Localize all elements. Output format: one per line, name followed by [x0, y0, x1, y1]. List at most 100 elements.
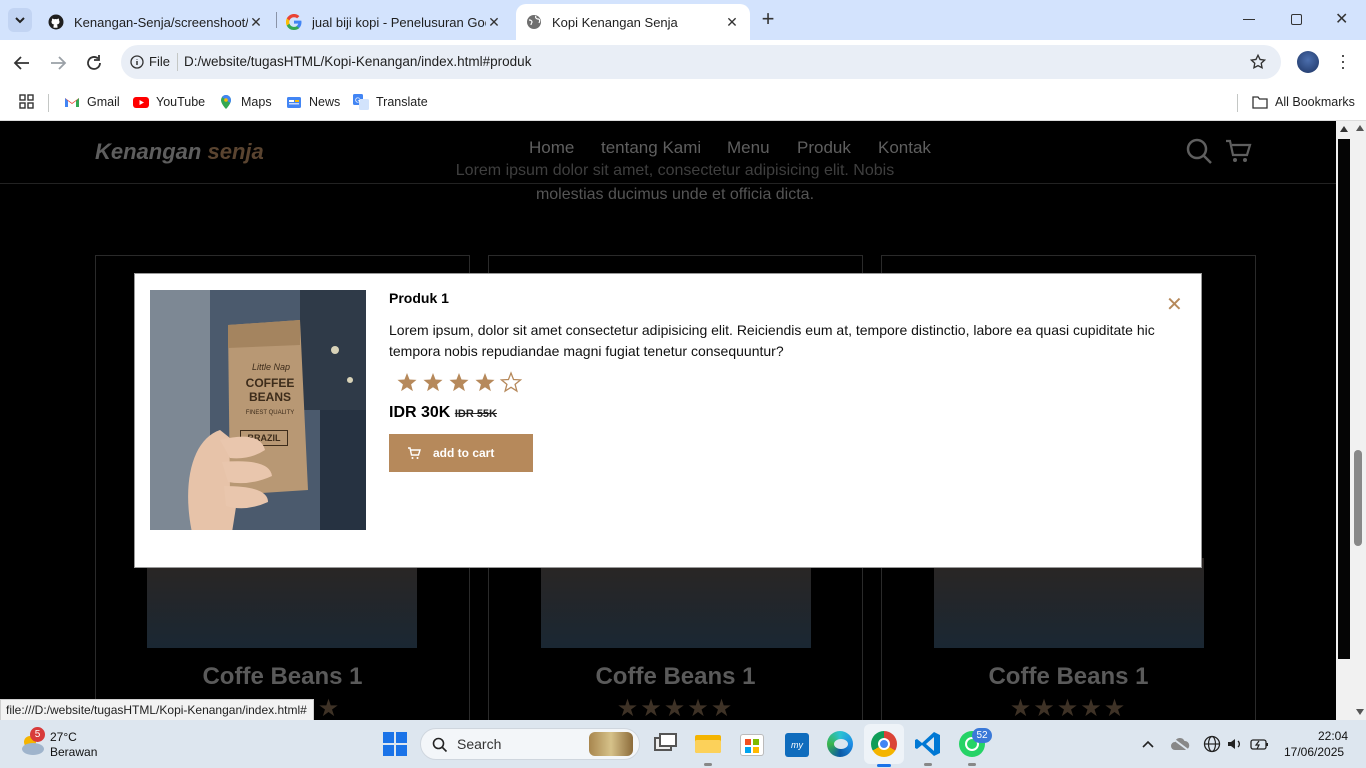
github-icon [48, 14, 64, 30]
close-tab-icon[interactable]: ✕ [486, 14, 502, 31]
new-tab-button[interactable]: + [758, 6, 778, 32]
all-bookmarks-button[interactable]: All Bookmarks [1252, 94, 1355, 110]
nav-kontak[interactable]: Kontak [878, 138, 931, 158]
restore-button[interactable] [1291, 14, 1302, 25]
product-card-name: Coffe Beans 1 [202, 663, 363, 690]
close-window-button[interactable]: ✕ [1335, 9, 1348, 29]
close-tab-icon[interactable]: ✕ [724, 14, 740, 31]
star-empty-icon [499, 371, 523, 393]
link-status-bubble: file:///D:/website/tugasHTML/Kopi-Kenang… [0, 699, 314, 721]
old-price: IDR 55K [454, 408, 497, 420]
reload-icon[interactable] [85, 54, 103, 72]
back-arrow-icon[interactable] [13, 54, 31, 72]
scrollbar-thumb[interactable] [1354, 450, 1362, 546]
clock-time[interactable]: 22:04 [1318, 729, 1348, 743]
cloud-sync-icon[interactable] [1170, 736, 1190, 752]
file-explorer-icon[interactable] [693, 729, 723, 766]
nav-tentang-kami[interactable]: tentang Kami [601, 138, 701, 158]
tab-kopi-kenangan[interactable]: Kopi Kenangan Senja ✕ [516, 4, 750, 40]
tab-google-search[interactable]: jual biji kopi - Penelusuran Goo ✕ [276, 4, 512, 40]
browser-toolbar: File D:/website/tugasHTML/Kopi-Kenangan/… [0, 40, 1366, 86]
star-filled-icon [397, 373, 417, 392]
search-icon [432, 737, 448, 753]
tab-strip: Kenangan-Senja/screenshoot/h ✕ jual biji… [0, 0, 1366, 40]
bookmark-news[interactable]: News [286, 94, 340, 110]
nav-produk[interactable]: Produk [797, 138, 851, 158]
scroll-up-arrow-icon[interactable] [1356, 125, 1364, 131]
bookmarks-divider [1237, 94, 1238, 112]
chevron-up-icon[interactable] [1141, 738, 1155, 750]
url-text[interactable]: D:/website/tugasHTML/Kopi-Kenangan/index… [184, 54, 531, 69]
nav-menu[interactable]: Menu [727, 138, 770, 158]
rating-stars [397, 370, 527, 399]
whatsapp-unread-badge: 52 [972, 728, 992, 743]
vscode-icon[interactable] [913, 729, 943, 766]
bookmark-label: Maps [241, 95, 272, 109]
product-card-image [541, 558, 811, 648]
address-bar[interactable]: File D:/website/tugasHTML/Kopi-Kenangan/… [121, 45, 1281, 79]
hp-app-icon[interactable]: my [782, 729, 812, 759]
windows-start-icon[interactable] [383, 732, 407, 756]
globe-icon [527, 15, 541, 29]
folder-icon [1252, 96, 1268, 109]
modal-close-icon[interactable]: ✕ [1166, 292, 1183, 317]
windows-taskbar: 5 27°C Berawan Search my 52 22:04 17/06/… [0, 720, 1366, 768]
hand-fingers-illustration [220, 436, 272, 509]
scheme-divider [177, 53, 178, 71]
task-view-icon[interactable] [650, 729, 680, 759]
price-block: IDR 30K IDR 55K [389, 404, 497, 422]
apps-grid-icon[interactable] [19, 94, 34, 109]
scrollbar-track-dark [1338, 139, 1350, 659]
chrome-browser-icon[interactable] [869, 729, 899, 767]
maps-icon [221, 95, 231, 109]
search-highlight-image [589, 732, 633, 756]
scroll-up-arrow-icon[interactable] [1340, 126, 1348, 132]
weather-widget[interactable]: 5 27°C Berawan [18, 727, 118, 761]
tab-search-button[interactable] [8, 8, 32, 32]
bookmarks-divider [48, 94, 49, 112]
bookmark-label: Gmail [87, 95, 120, 109]
tab-title: jual biji kopi - Penelusuran Goo [312, 14, 486, 30]
tab-title: Kopi Kenangan Senja [552, 14, 678, 30]
info-icon[interactable] [130, 55, 144, 69]
nav-home[interactable]: Home [529, 138, 574, 158]
edge-browser-icon[interactable] [825, 729, 855, 759]
taskbar-search-box[interactable]: Search [420, 728, 640, 760]
star-filled-icon [423, 373, 443, 392]
bookmark-maps[interactable]: Maps [218, 94, 272, 110]
profile-avatar[interactable] [1297, 51, 1319, 73]
bookmark-translate[interactable]: G Translate [353, 94, 428, 110]
current-price: IDR 30K [389, 404, 451, 421]
add-to-cart-button[interactable]: add to cart [389, 434, 533, 472]
news-icon [287, 97, 301, 108]
globe-network-icon[interactable] [1203, 735, 1221, 753]
bookmark-label: All Bookmarks [1275, 95, 1355, 109]
translate-icon: G [353, 94, 369, 110]
clock-date[interactable]: 17/06/2025 [1284, 745, 1344, 759]
minimize-button[interactable] [1243, 19, 1255, 20]
scroll-down-arrow-icon[interactable] [1356, 709, 1364, 715]
weather-temperature: 27°C [50, 730, 77, 744]
forward-arrow-icon[interactable] [49, 54, 67, 72]
microsoft-store-icon[interactable] [737, 729, 767, 759]
bookmark-star-icon[interactable] [1249, 53, 1267, 71]
volume-icon[interactable] [1226, 735, 1244, 753]
shopping-cart-icon [408, 447, 421, 459]
svg-text:G: G [355, 98, 360, 105]
bookmark-youtube[interactable]: YouTube [133, 94, 205, 110]
product-photo: Little Nap COFFEE BEANS FINEST QUALITY B… [150, 290, 366, 530]
chevron-down-icon [15, 17, 25, 24]
product-card-name: Coffe Beans 1 [988, 663, 1149, 690]
bookmark-label: Translate [376, 95, 428, 109]
youtube-icon [133, 97, 149, 108]
star-filled-icon [449, 373, 469, 392]
gmail-icon [65, 98, 79, 107]
product-card-image [934, 558, 1204, 648]
close-tab-icon[interactable]: ✕ [248, 14, 264, 31]
menu-kebab-icon[interactable]: · · · [1340, 46, 1346, 76]
tab-github[interactable]: Kenangan-Senja/screenshoot/h ✕ [38, 4, 274, 40]
bookmark-gmail[interactable]: Gmail [64, 94, 120, 110]
product-card-image [147, 558, 417, 648]
modal-description: Lorem ipsum, dolor sit amet consectetur … [389, 322, 1155, 359]
battery-icon[interactable] [1250, 736, 1270, 752]
